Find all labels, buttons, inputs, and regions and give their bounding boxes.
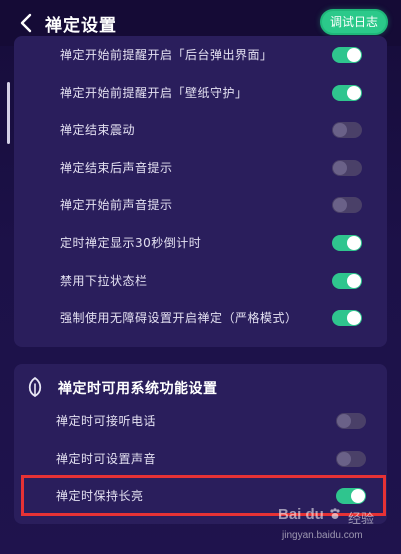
setting-row[interactable]: 禅定开始前提醒开启「后台弹出界面」 (14, 37, 387, 73)
setting-row[interactable]: 禁用下拉状态栏 (14, 263, 387, 299)
system-setting-row[interactable]: 禅定时可接听电话 (14, 403, 387, 439)
toggle-knob (347, 311, 361, 326)
setting-label: 强制使用无障碍设置开启禅定（严格模式） (60, 311, 298, 326)
setting-toggle[interactable] (332, 122, 362, 139)
setting-label: 禅定开始前提醒开启「壁纸守护」 (60, 85, 248, 100)
setting-toggle[interactable] (332, 159, 362, 176)
toggle-knob (347, 236, 361, 250)
baidu-paw-icon (330, 508, 340, 519)
watermark-text: 经验 (348, 512, 375, 527)
setting-row[interactable]: 强制使用无障碍设置开启禅定（严格模式） (14, 300, 387, 336)
baidu-jingyan-watermark: Bai du 经验 jingyan.baidu.com (276, 504, 398, 548)
system-setting-row[interactable]: 禅定时可设置声音 (14, 441, 387, 477)
toggle-knob (333, 198, 347, 213)
system-section-title: 禅定时可用系统功能设置 (58, 381, 218, 397)
toggle-knob (351, 489, 365, 503)
scroll-indicator[interactable] (7, 82, 10, 144)
system-setting-label: 禅定时可接听电话 (56, 414, 157, 428)
setting-row[interactable]: 禅定结束震动 (14, 112, 387, 148)
setting-label: 定时禅定显示30秒倒计时 (60, 236, 202, 250)
system-setting-label: 禅定时保持长亮 (56, 489, 144, 503)
watermark-url: jingyan.baidu.com (282, 530, 363, 541)
toggle-knob (347, 273, 361, 288)
setting-toggle[interactable] (332, 272, 362, 289)
toggle-knob (333, 160, 347, 175)
setting-toggle[interactable] (332, 235, 362, 251)
setting-label: 禁用下拉状态栏 (60, 273, 148, 288)
setting-row[interactable]: 禅定开始前提醒开启「壁纸守护」 (14, 75, 387, 111)
watermark-logo-text: Bai du (278, 506, 324, 523)
setting-label: 禅定开始前声音提示 (60, 198, 173, 213)
setting-row[interactable]: 禅定开始前声音提示 (14, 187, 387, 223)
setting-row[interactable]: 禅定结束后声音提示 (14, 150, 387, 186)
system-setting-toggle[interactable] (336, 488, 366, 504)
toggle-knob (347, 85, 361, 100)
page-title: 禅定设置 (45, 16, 117, 36)
setting-label: 禅定结束后声音提示 (60, 160, 173, 175)
setting-toggle[interactable] (332, 197, 362, 214)
toggle-knob (333, 123, 347, 138)
toggle-knob (337, 451, 351, 466)
leaf-icon (28, 377, 42, 397)
toggle-knob (337, 414, 351, 428)
system-setting-toggle[interactable] (336, 450, 366, 467)
watermark-logo: Bai du (278, 506, 342, 523)
toggle-knob (347, 48, 361, 62)
setting-label: 禅定结束震动 (60, 123, 136, 138)
system-setting-label: 禅定时可设置声音 (56, 451, 157, 466)
setting-toggle[interactable] (332, 84, 362, 101)
setting-row[interactable]: 定时禅定显示30秒倒计时 (14, 225, 387, 261)
setting-label: 禅定开始前提醒开启「后台弹出界面」 (60, 48, 273, 62)
system-section-header: 禅定时可用系统功能设置 (14, 372, 387, 404)
setting-toggle[interactable] (332, 47, 362, 63)
setting-toggle[interactable] (332, 310, 362, 327)
system-setting-toggle[interactable] (336, 413, 366, 429)
debug-log-button[interactable]: 调试日志 (320, 9, 388, 35)
back-arrow-icon[interactable] (16, 12, 38, 34)
